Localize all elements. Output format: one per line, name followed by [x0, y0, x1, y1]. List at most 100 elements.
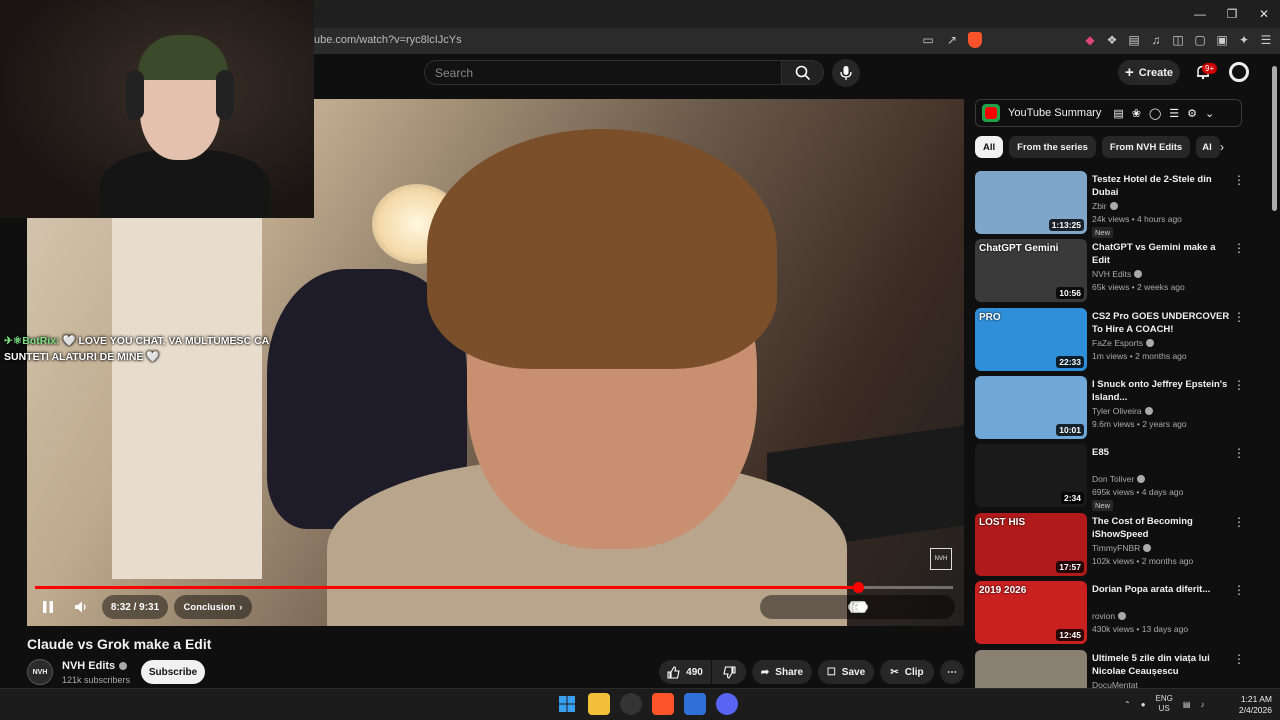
- restore-button[interactable]: ❐: [1216, 0, 1248, 28]
- fullscreen-icon[interactable]: ⤢: [852, 599, 862, 615]
- more-actions-button[interactable]: ⋯: [940, 660, 964, 684]
- glasses-icon[interactable]: ◯: [1149, 107, 1161, 120]
- menu-icon[interactable]: ☰: [1258, 31, 1274, 49]
- sidebar-icon[interactable]: ◫: [1170, 31, 1186, 49]
- recommendation-item[interactable]: PRO 22:33 CS2 Pro GOES UNDERCOVER To Hire …: [975, 308, 1245, 372]
- recommendation-thumbnail[interactable]: 2019 2026 12:45: [975, 581, 1087, 644]
- channel-text[interactable]: Zbir: [1092, 201, 1107, 211]
- volume-button[interactable]: [68, 595, 94, 619]
- recommendation-channel[interactable]: TimmyFNBR: [1092, 543, 1152, 553]
- channel-name-text[interactable]: NVH Edits: [62, 660, 115, 672]
- channel-text[interactable]: TimmyFNBR: [1092, 543, 1140, 553]
- recommendation-thumbnail[interactable]: 10:01: [975, 376, 1087, 439]
- subscribe-button[interactable]: Subscribe: [141, 660, 205, 684]
- video-watermark[interactable]: NVH: [930, 548, 952, 570]
- more-vertical-icon[interactable]: ⋮: [1233, 378, 1245, 392]
- recommendation-title[interactable]: I Snuck onto Jeffrey Epstein's Island...: [1092, 378, 1230, 404]
- ai-assistant-icon[interactable]: ✦: [1236, 31, 1252, 49]
- recommendation-thumbnail[interactable]: ChatGPT Gemini 10:56: [975, 239, 1087, 302]
- speaker-icon[interactable]: ♪: [1200, 700, 1204, 709]
- chip-all-truncated[interactable]: Al: [1196, 136, 1221, 158]
- system-clock[interactable]: 1:21 AM 2/4/2026: [1230, 694, 1272, 716]
- search-input[interactable]: Search: [424, 60, 782, 85]
- microphone-tray-icon[interactable]: ●: [1141, 700, 1146, 709]
- channel-text[interactable]: Don Toliver: [1092, 474, 1134, 484]
- recommendation-item[interactable]: 2019 2026 12:45 Dorian Popa arata diferit.…: [975, 581, 1245, 645]
- channel-text[interactable]: NVH Edits: [1092, 269, 1131, 279]
- share-button[interactable]: ➦ Share: [752, 660, 812, 684]
- channel-name[interactable]: NVH Edits: [62, 660, 128, 672]
- recommendation-title[interactable]: Testez Hotel de 2-Stele din Dubai: [1092, 173, 1230, 199]
- transcript-icon[interactable]: ▤: [1113, 107, 1123, 120]
- brave-browser-icon[interactable]: [652, 693, 674, 715]
- tray-chevron-up-icon[interactable]: ⌃: [1124, 700, 1131, 709]
- recommendation-title[interactable]: The Cost of Becoming iShowSpeed: [1092, 515, 1230, 541]
- more-vertical-icon[interactable]: ⋮: [1233, 241, 1245, 255]
- account-avatar[interactable]: [1229, 62, 1249, 82]
- cast-icon[interactable]: ▭: [920, 31, 936, 49]
- recommendation-thumbnail[interactable]: 2:34: [975, 444, 1087, 507]
- more-vertical-icon[interactable]: ⋮: [1233, 515, 1245, 529]
- recommendation-thumbnail[interactable]: PRO 22:33: [975, 308, 1087, 371]
- clip-button[interactable]: ✂ Clip: [880, 660, 934, 684]
- discord-icon[interactable]: [716, 693, 738, 715]
- progress-scrubber[interactable]: [853, 582, 864, 593]
- chip-all[interactable]: All: [975, 136, 1004, 158]
- search-button[interactable]: [782, 60, 824, 85]
- recommendation-title[interactable]: ChatGPT vs Gemini make a Edit: [1092, 241, 1230, 267]
- recommendation-channel[interactable]: Tyler Oliveira: [1092, 406, 1153, 416]
- recommendation-channel[interactable]: Zbir: [1092, 201, 1118, 211]
- youtube-summary-extension[interactable]: YouTube Summary ▤ ❀ ◯ ☰ ⚙ ⌄: [975, 99, 1242, 127]
- input-language[interactable]: ENG US: [1156, 694, 1173, 714]
- recommendation-thumbnail[interactable]: LOST HIS 17:57: [975, 513, 1087, 576]
- recommendation-channel[interactable]: NVH Edits: [1092, 269, 1143, 279]
- recommendation-item[interactable]: ChatGPT Gemini 10:56 ChatGPT vs Gemini mak…: [975, 239, 1245, 303]
- channel-text[interactable]: rovion: [1092, 611, 1115, 621]
- recommendation-title[interactable]: Ultimele 5 zile din viața lui Nicolae Ce…: [1092, 652, 1230, 678]
- windows-start-icon[interactable]: [556, 693, 578, 715]
- recommendation-title[interactable]: E85: [1092, 446, 1230, 459]
- audio-icon[interactable]: ☰: [1169, 107, 1179, 120]
- app-icon[interactable]: [684, 693, 706, 715]
- extensions-icon[interactable]: ❖: [1104, 31, 1120, 49]
- chips-next-icon[interactable]: ›: [1220, 140, 1224, 154]
- dislike-button[interactable]: [712, 660, 746, 684]
- recommendation-item[interactable]: LOST HIS 17:57 The Cost of Becoming iShowS…: [975, 513, 1245, 577]
- scrollbar-thumb[interactable]: [1272, 66, 1277, 211]
- recommendation-title[interactable]: Dorian Popa arata diferit...: [1092, 583, 1230, 596]
- channel-text[interactable]: Tyler Oliveira: [1092, 406, 1142, 416]
- settings-icon[interactable]: ⚙: [1187, 107, 1197, 120]
- more-vertical-icon[interactable]: ⋮: [1233, 446, 1245, 460]
- brave-shields-icon[interactable]: [968, 32, 982, 48]
- vpn-icon[interactable]: ◆: [1082, 31, 1098, 49]
- chevron-down-icon[interactable]: ⌄: [1205, 107, 1214, 120]
- recommendation-item[interactable]: 10:01 I Snuck onto Jeffrey Epstein's Isla…: [975, 376, 1245, 440]
- more-vertical-icon[interactable]: ⋮: [1233, 310, 1245, 324]
- recommendation-title[interactable]: CS2 Pro GOES UNDERCOVER To Hire A COACH!: [1092, 310, 1230, 336]
- chapter-button[interactable]: Conclusion ›: [174, 595, 252, 619]
- reader-icon[interactable]: ▢: [1192, 31, 1208, 49]
- network-icon[interactable]: ▤: [1183, 700, 1191, 709]
- music-icon[interactable]: ♫: [1148, 31, 1164, 49]
- tab-icon[interactable]: ▤: [1126, 31, 1142, 49]
- minimize-button[interactable]: —: [1184, 0, 1216, 28]
- pause-button[interactable]: [35, 595, 61, 619]
- save-button[interactable]: ☐ Save: [818, 660, 874, 684]
- recommendation-item[interactable]: 1:13:25 Testez Hotel de 2-Stele din Dubai…: [975, 171, 1245, 238]
- more-vertical-icon[interactable]: ⋮: [1233, 583, 1245, 597]
- file-explorer-icon[interactable]: [588, 693, 610, 715]
- channel-avatar[interactable]: NVH: [27, 659, 53, 685]
- obs-icon[interactable]: [620, 693, 642, 715]
- share-page-icon[interactable]: ↗: [944, 31, 960, 49]
- recommendation-channel[interactable]: FaZe Esports: [1092, 338, 1155, 348]
- url-text[interactable]: ube.com/watch?v=ryc8lcIJcYs: [314, 34, 462, 46]
- chip-from-series[interactable]: From the series: [1009, 136, 1096, 158]
- recommendation-channel[interactable]: rovion: [1092, 611, 1127, 621]
- voice-search-button[interactable]: [832, 59, 860, 87]
- create-button[interactable]: + Create: [1118, 60, 1180, 85]
- more-vertical-icon[interactable]: ⋮: [1233, 173, 1245, 187]
- recommendation-channel[interactable]: Don Toliver: [1092, 474, 1146, 484]
- recommendation-item[interactable]: 2:34 E85 Don Toliver 695k views • 4 days ag…: [975, 444, 1245, 511]
- more-vertical-icon[interactable]: ⋮: [1233, 652, 1245, 666]
- close-button[interactable]: ✕: [1248, 0, 1280, 28]
